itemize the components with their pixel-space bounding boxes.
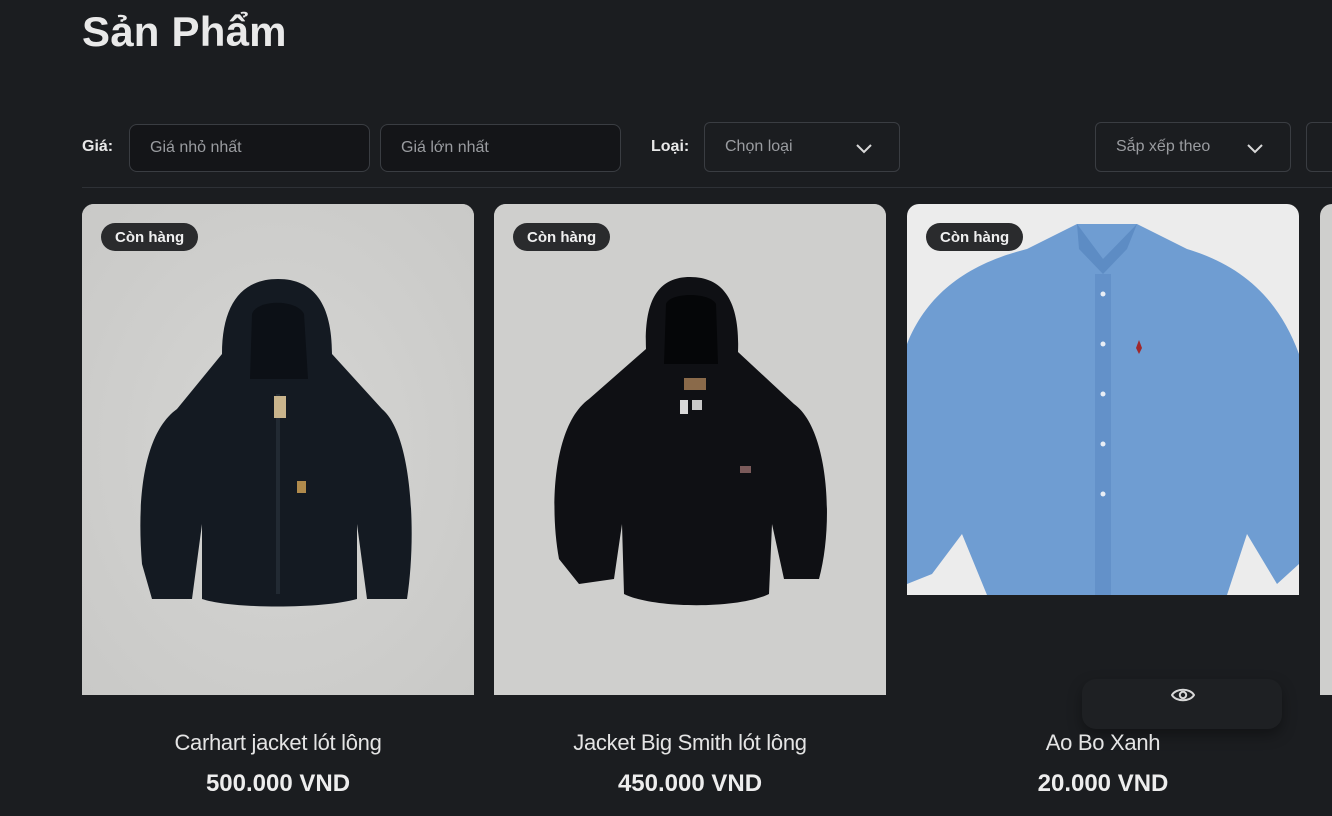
- product-name[interactable]: Jacket Big Smith lót lông: [494, 730, 886, 756]
- product-price: 500.000 VND: [205, 770, 351, 797]
- category-select[interactable]: Chọn loại: [704, 122, 900, 172]
- max-price-input[interactable]: Giá lớn nhất: [380, 124, 621, 172]
- product-card[interactable]: Còn hàng Carhart jacket lót lông 500.000…: [82, 204, 474, 816]
- category-select-value: Chọn loại: [725, 138, 793, 155]
- product-price: 450.000 VND: [617, 770, 763, 797]
- stock-badge: Còn hàng: [101, 223, 199, 251]
- product-card[interactable]: Còn hàng Ao Bo Xanh 20.000 VND: [907, 204, 1299, 816]
- product-image[interactable]: [82, 204, 474, 695]
- product-name[interactable]: Carhart jacket lót lông: [82, 730, 474, 756]
- category-label: Loại:: [651, 138, 690, 155]
- product-image[interactable]: [907, 204, 1299, 695]
- product-image[interactable]: [494, 204, 886, 695]
- eye-icon[interactable]: [1171, 686, 1195, 704]
- filter-divider: [82, 187, 1332, 188]
- product-card[interactable]: Còn hàng Jacket Big Smith lót lông 450.0…: [494, 204, 886, 816]
- chevron-down-icon: [1247, 144, 1263, 154]
- chevron-down-icon: [856, 144, 872, 154]
- product-price: 20.000 VND: [1037, 770, 1169, 797]
- price-label: Giá:: [82, 138, 114, 155]
- product-card-partial[interactable]: [1320, 204, 1332, 695]
- filter-bar: Giá: Giá nhỏ nhất Giá lớn nhất Loại: Chọ…: [82, 122, 1332, 174]
- sort-select[interactable]: Sắp xếp theo: [1095, 122, 1291, 172]
- stock-badge: Còn hàng: [926, 223, 1024, 251]
- stock-badge: Còn hàng: [513, 223, 611, 251]
- extra-filter-select[interactable]: [1306, 122, 1332, 172]
- product-name[interactable]: Ao Bo Xanh: [907, 730, 1299, 756]
- page-title: Sản Phẩm: [82, 8, 287, 55]
- min-price-input[interactable]: Giá nhỏ nhất: [129, 124, 370, 172]
- sort-select-value: Sắp xếp theo: [1116, 138, 1211, 155]
